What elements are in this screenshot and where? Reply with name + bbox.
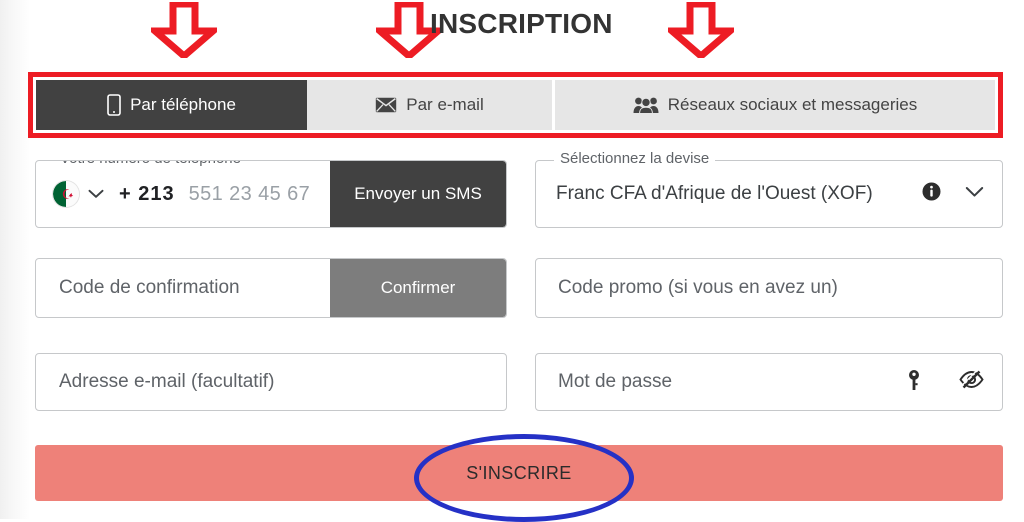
info-icon[interactable] (922, 182, 941, 206)
confirmation-code-field[interactable]: Code de confirmation Confirmer (35, 258, 507, 318)
registration-form: Votre numéro de téléphone + 213 551 23 4… (0, 0, 1024, 522)
country-chevron-down-icon[interactable] (88, 189, 104, 199)
key-icon[interactable] (907, 369, 921, 396)
email-address-field[interactable]: Adresse e-mail (facultatif) (35, 353, 507, 411)
register-submit-button[interactable]: S'INSCRIRE (35, 445, 1003, 501)
currency-legend: Sélectionnez la devise (554, 150, 716, 167)
confirm-button[interactable]: Confirmer (330, 259, 506, 317)
email-address-input[interactable]: Adresse e-mail (facultatif) (59, 371, 274, 393)
algeria-flag-icon[interactable] (53, 181, 79, 207)
promo-code-field[interactable]: Code promo (si vous en avez un) (535, 258, 1003, 318)
promo-code-input[interactable]: Code promo (si vous en avez un) (558, 277, 838, 299)
password-input[interactable]: Mot de passe (558, 371, 672, 393)
phone-number-legend: Votre numéro de téléphone (54, 161, 247, 167)
eye-slash-icon[interactable] (959, 369, 984, 394)
phone-dial-code: + 213 (119, 182, 175, 205)
phone-number-input[interactable]: 551 23 45 67 (189, 183, 311, 206)
currency-select-field[interactable]: Sélectionnez la devise Franc CFA d'Afriq… (535, 150, 1003, 228)
confirmation-code-input[interactable]: Code de confirmation (59, 277, 240, 299)
send-sms-button[interactable]: Envoyer un SMS (330, 161, 506, 227)
phone-number-field[interactable]: Votre numéro de téléphone + 213 551 23 4… (35, 160, 507, 228)
password-field-icons (907, 369, 984, 396)
currency-field-icons (922, 182, 984, 206)
currency-chevron-down-icon[interactable] (965, 185, 984, 203)
currency-selected-value: Franc CFA d'Afrique de l'Ouest (XOF) (556, 183, 873, 204)
password-field[interactable]: Mot de passe (535, 353, 1003, 411)
